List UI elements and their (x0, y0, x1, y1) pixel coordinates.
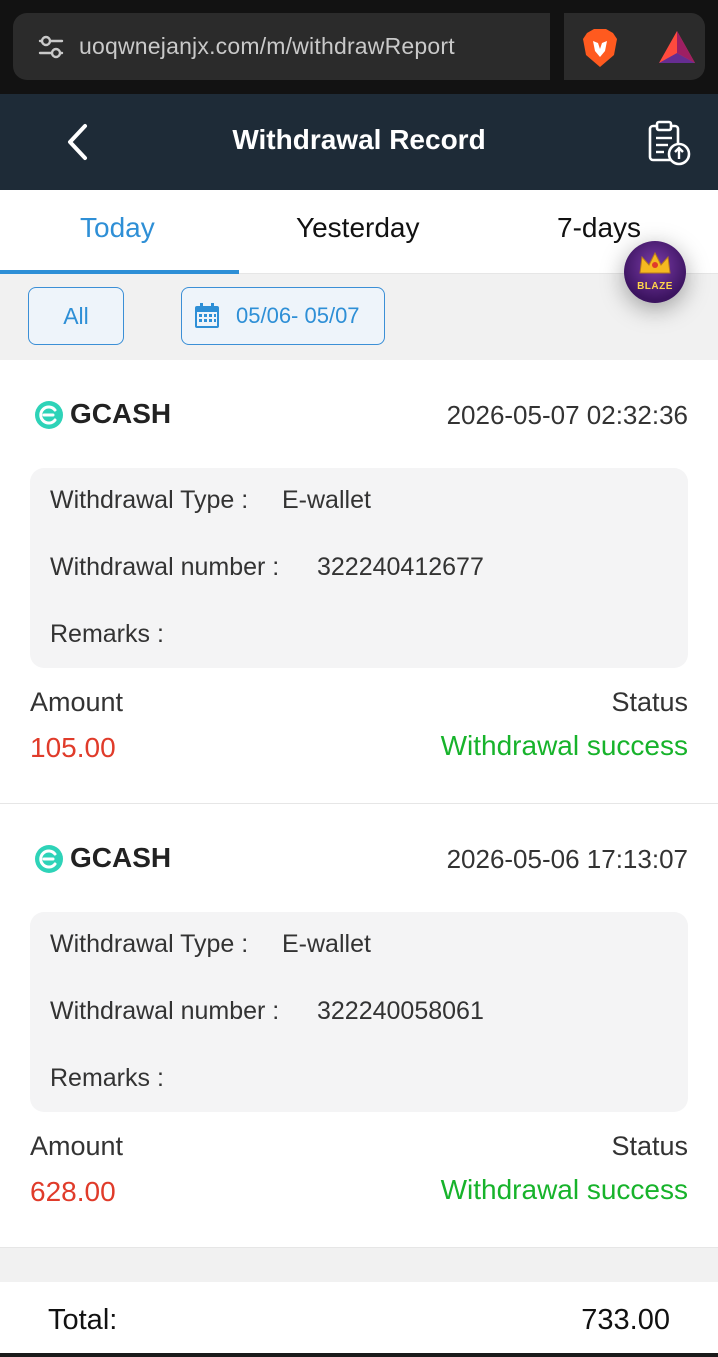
browser-toolbar: uoqwnejanjx.com/m/withdrawReport (0, 0, 718, 94)
remarks-label: Remarks : (50, 1064, 164, 1092)
bottom-edge (0, 1353, 718, 1357)
brave-lion-icon[interactable] (581, 27, 619, 69)
calendar-icon (195, 303, 219, 328)
tune-icon[interactable] (37, 33, 65, 61)
filter-all-button[interactable]: All (28, 287, 124, 345)
remarks-label: Remarks : (50, 620, 164, 648)
amount-label: Amount (30, 687, 124, 717)
date-range-text: 05/06- 05/07 (236, 303, 360, 328)
status-value: Withdrawal success (440, 730, 688, 761)
date-tabs: Today Yesterday 7-days (0, 190, 718, 274)
withdrawal-type-label: Withdrawal Type : (50, 930, 249, 958)
address-bar[interactable]: uoqwnejanjx.com/m/withdrawReport (13, 13, 705, 80)
withdrawal-type-value: E-wallet (282, 930, 371, 958)
status-value: Withdrawal success (440, 1174, 688, 1205)
total-label: Total: (48, 1304, 118, 1336)
amount-label: Amount (30, 1131, 124, 1161)
total-bar: Total: 733.00 (0, 1282, 718, 1357)
url-divider (550, 13, 564, 80)
status-label: Status (611, 1131, 688, 1161)
date-range-button[interactable]: 05/06- 05/07 (181, 287, 385, 345)
record-datetime: 2026-05-07 02:32:36 (446, 400, 688, 430)
tab-yesterday[interactable]: Yesterday (296, 212, 420, 244)
blaze-logo-icon[interactable]: BLAZE (624, 241, 686, 303)
amount-value: 105.00 (30, 732, 116, 763)
blaze-badge-text: BLAZE (637, 281, 673, 292)
crown-icon (639, 251, 671, 274)
withdrawal-type-label: Withdrawal Type : (50, 486, 249, 514)
amount-value: 628.00 (30, 1176, 116, 1207)
record-header: GCASH 2026-05-07 02:32:36 (34, 397, 688, 433)
payment-method: GCASH (70, 842, 172, 873)
record-datetime: 2026-05-06 17:13:07 (446, 844, 688, 874)
record-details: Withdrawal Type : E-wallet Withdrawal nu… (30, 912, 688, 1112)
withdrawal-number-value: 322240058061 (317, 997, 484, 1025)
gcash-icon (35, 401, 63, 429)
section-gap (0, 1248, 718, 1282)
withdrawal-type-value: E-wallet (282, 486, 371, 514)
withdrawal-record: GCASH 2026-05-07 02:32:36 Withdrawal Typ… (0, 360, 718, 804)
url-text[interactable]: uoqwnejanjx.com/m/withdrawReport (79, 33, 455, 60)
tab-7-days[interactable]: 7-days (557, 212, 641, 244)
payment-method: GCASH (70, 398, 172, 429)
total-value: 733.00 (581, 1304, 670, 1336)
status-label: Status (611, 687, 688, 717)
filter-bar: All 05/06- 05/07 (0, 274, 718, 360)
gcash-icon (35, 845, 63, 873)
record-header: GCASH 2026-05-06 17:13:07 (34, 841, 688, 877)
page-title: Withdrawal Record (232, 124, 486, 155)
clipboard-upload-icon[interactable] (644, 118, 694, 168)
record-details: Withdrawal Type : E-wallet Withdrawal nu… (30, 468, 688, 668)
withdrawal-number-label: Withdrawal number : (50, 553, 280, 581)
bat-triangle-icon[interactable] (657, 29, 697, 65)
tab-today[interactable]: Today (80, 212, 155, 244)
withdrawal-number-label: Withdrawal number : (50, 997, 280, 1025)
app-header: Withdrawal Record (0, 94, 718, 190)
withdrawal-number-value: 322240412677 (317, 553, 484, 581)
withdrawal-record: GCASH 2026-05-06 17:13:07 Withdrawal Typ… (0, 804, 718, 1248)
